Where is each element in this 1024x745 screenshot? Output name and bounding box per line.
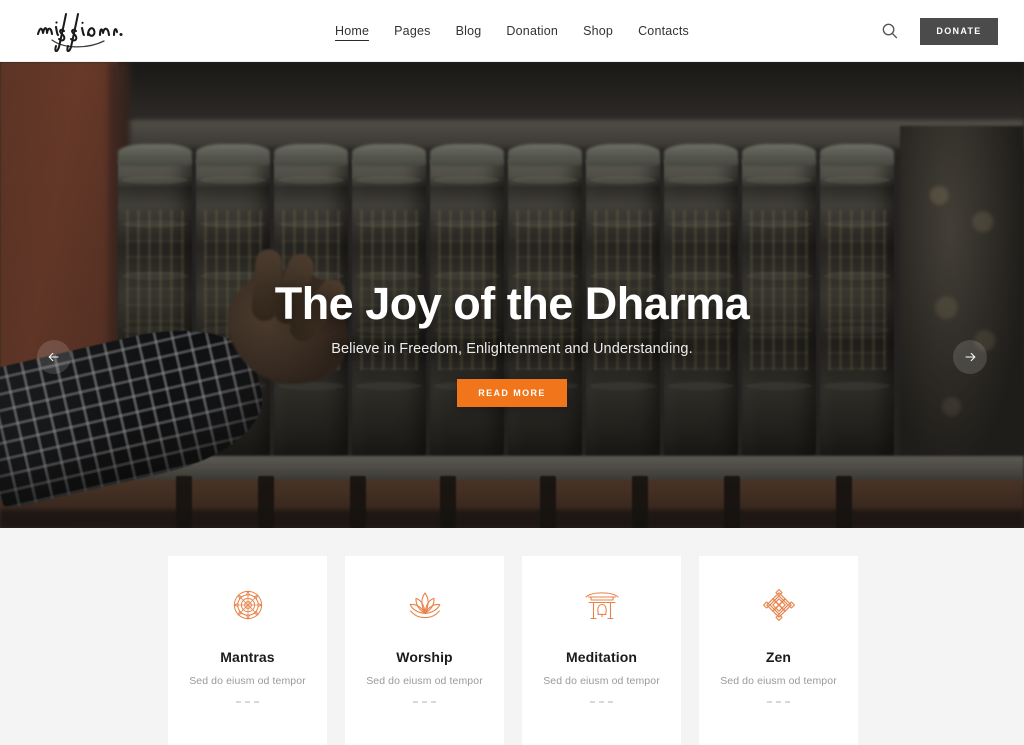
feature-card-title: Meditation: [566, 649, 637, 665]
feature-card-zen[interactable]: Zen Sed do eiusm od tempor: [699, 556, 858, 745]
nav-item-home[interactable]: Home: [334, 21, 370, 41]
feature-card-title: Zen: [765, 649, 792, 665]
lotus-icon: [403, 583, 447, 627]
search-icon[interactable]: [880, 21, 900, 41]
read-more-button[interactable]: READ MORE: [457, 379, 567, 408]
feature-card-dots: [767, 701, 790, 703]
search-icon-glyph: [882, 23, 898, 39]
temple-gate-bell-icon: [580, 583, 624, 627]
nav-item-blog[interactable]: Blog: [456, 21, 482, 41]
hero-subtitle: Believe in Freedom, Enlightenment and Un…: [331, 341, 693, 358]
feature-card-meditation[interactable]: Meditation Sed do eiusm od tempor: [522, 556, 681, 745]
feature-card-desc: Sed do eiusm od tempor: [189, 675, 306, 687]
feature-card-worship[interactable]: Worship Sed do eiusm od tempor: [345, 556, 504, 745]
arrow-right-icon: [965, 352, 976, 362]
hero-title: The Joy of the Dharma: [274, 278, 750, 329]
nav-item-donation[interactable]: Donation: [506, 21, 558, 41]
nav-item-shop[interactable]: Shop: [583, 21, 613, 41]
feature-card-dots: [236, 701, 259, 703]
hero-slider: The Joy of the Dharma Believe in Freedom…: [0, 62, 1024, 528]
donate-button[interactable]: DONATE: [920, 17, 998, 45]
feature-card-dots: [413, 701, 436, 703]
feature-card-desc: Sed do eiusm od tempor: [543, 675, 660, 687]
feature-card-dots: [590, 701, 613, 703]
feature-card-desc: Sed do eiusm od tempor: [366, 675, 483, 687]
hero-content: The Joy of the Dharma Believe in Freedom…: [0, 278, 1024, 408]
script-wordmark-logo: [36, 13, 123, 52]
header-actions: DONATE: [880, 0, 998, 62]
feature-card-title: Worship: [396, 649, 453, 665]
slider-next-button[interactable]: [953, 340, 987, 374]
site-header: Home Pages Blog Donation Shop Contacts D…: [0, 0, 1024, 62]
nav-item-contacts[interactable]: Contacts: [638, 21, 689, 41]
slider-prev-button[interactable]: [37, 340, 71, 374]
feature-cards: Mantras Sed do eiusm od tempor Worship S…: [168, 556, 858, 745]
nav-item-pages[interactable]: Pages: [394, 21, 430, 41]
features-section: Mantras Sed do eiusm od tempor Worship S…: [0, 528, 1024, 745]
main-navigation: Home Pages Blog Donation Shop Contacts: [334, 0, 689, 62]
endless-knot-icon: [757, 583, 801, 627]
mandala-icon: [226, 583, 270, 627]
feature-card-desc: Sed do eiusm od tempor: [720, 675, 837, 687]
feature-card-title: Mantras: [220, 649, 275, 665]
arrow-left-icon: [48, 352, 59, 362]
site-logo[interactable]: [30, 8, 140, 56]
feature-card-mantras[interactable]: Mantras Sed do eiusm od tempor: [168, 556, 327, 745]
